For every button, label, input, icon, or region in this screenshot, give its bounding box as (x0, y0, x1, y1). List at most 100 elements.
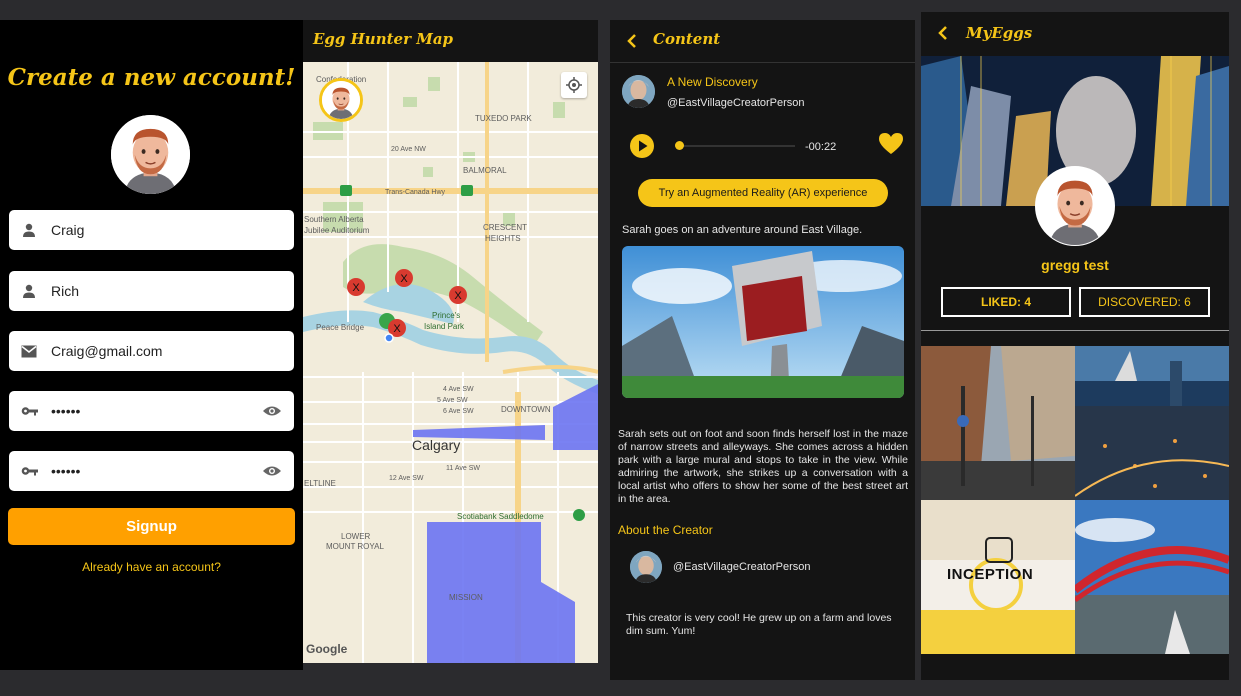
map-label: Trans-Canada Hwy (385, 189, 446, 196)
map-label: Calgary (412, 437, 461, 453)
profile-avatar[interactable] (1035, 166, 1115, 246)
avatar-image (630, 551, 662, 583)
post-summary: Sarah goes on an adventure around East V… (622, 224, 863, 236)
person-icon (21, 221, 39, 239)
egg-thumbnail[interactable] (921, 346, 1075, 500)
map-label: ELTLINE (304, 479, 336, 488)
egg-thumbnail[interactable] (1075, 346, 1229, 500)
content-screen: Content A New Discovery @EastVillageCrea… (610, 20, 915, 680)
map-label: 5 Ave SW (437, 397, 468, 404)
svg-text:X: X (454, 290, 462, 302)
mail-icon (21, 342, 39, 360)
map-label: CRESCENT (483, 223, 528, 232)
myeggs-title: MyEggs (966, 24, 1033, 42)
audio-progress-handle[interactable] (675, 141, 684, 150)
ar-experience-button[interactable]: Try an Augmented Reality (AR) experience (638, 179, 888, 207)
creator-avatar[interactable] (630, 551, 662, 583)
post-body: Sarah sets out on foot and soon finds he… (618, 428, 908, 505)
back-chevron-icon[interactable] (626, 34, 638, 48)
egg-thumbnail[interactable]: INCEPTION (921, 500, 1075, 654)
audio-progress-track[interactable] (675, 145, 795, 147)
map-label: Southern Alberta (304, 215, 364, 224)
inception-logo-text: INCEPTION (947, 566, 1034, 583)
avatar-image (111, 115, 190, 194)
profile-username: gregg test (1041, 257, 1109, 273)
map-label: Island Park (424, 322, 465, 331)
email-value: Craig@gmail.com (51, 343, 163, 359)
egg-thumbnail[interactable] (1075, 500, 1229, 654)
heart-icon[interactable] (878, 132, 904, 156)
map-label: 12 Ave SW (389, 475, 424, 482)
discovered-tab[interactable]: DISCOVERED: 6 (1079, 287, 1210, 317)
map-label: 20 Ave NW (391, 146, 426, 153)
map-label: 11 Ave SW (446, 465, 480, 472)
password-field[interactable]: •••••• (9, 391, 294, 431)
password-value: •••••• (51, 403, 81, 419)
map-label: Scotiabank Saddledome (457, 512, 544, 521)
creator-username[interactable]: @EastVillageCreatorPerson (673, 561, 811, 573)
key-icon (21, 402, 39, 420)
map-label: MOUNT ROYAL (326, 542, 384, 551)
avatar-image (322, 81, 360, 119)
email-field[interactable]: Craig@gmail.com (9, 331, 294, 371)
first-name-value: Craig (51, 222, 85, 238)
map-label: MISSION (449, 593, 483, 602)
first-name-field[interactable]: Craig (9, 210, 294, 250)
back-chevron-icon[interactable] (937, 26, 949, 40)
my-location-button[interactable] (561, 72, 587, 98)
content-header: Content (610, 20, 915, 60)
signup-title: Create a new account! (7, 64, 296, 91)
post-image (622, 246, 904, 398)
google-logo: Google (306, 642, 348, 656)
post-title: A New Discovery (667, 75, 758, 89)
play-icon (639, 140, 648, 152)
map-title: Egg Hunter Map (313, 30, 454, 48)
signup-button[interactable]: Signup (8, 508, 295, 545)
confirm-password-field[interactable]: •••••• (9, 451, 294, 491)
egg-marker[interactable]: X (449, 286, 467, 304)
map-label: Prince's (432, 311, 461, 320)
key-icon (21, 462, 39, 480)
map-screen: Egg Hunter Map X X X X TUXEDO PARK 20 Av… (303, 20, 598, 663)
map-label: HEIGHTS (485, 234, 521, 243)
last-name-field[interactable]: Rich (9, 271, 294, 311)
divider (610, 62, 915, 63)
play-button[interactable] (630, 134, 654, 158)
avatar-image (622, 75, 655, 108)
svg-text:X: X (352, 282, 360, 294)
map-label: 6 Ave SW (443, 408, 474, 415)
map-label: Jubilee Auditorium (304, 226, 370, 235)
liked-tab[interactable]: LIKED: 4 (941, 287, 1071, 317)
map-label: TUXEDO PARK (475, 114, 532, 123)
svg-text:X: X (393, 323, 401, 335)
confirm-password-value: •••••• (51, 463, 81, 479)
egg-marker[interactable]: X (347, 278, 365, 296)
map-canvas[interactable]: X X X X (303, 62, 598, 663)
creator-avatar[interactable] (622, 75, 655, 108)
map-label: 4 Ave SW (443, 386, 474, 393)
map-label: BALMORAL (463, 166, 507, 175)
post-username[interactable]: @EastVillageCreatorPerson (667, 97, 805, 109)
egg-marker[interactable]: X (395, 269, 413, 287)
login-link[interactable]: Already have an account? (0, 560, 303, 574)
map-label: Peace Bridge (316, 323, 365, 332)
signup-screen: Create a new account! Craig Rich Craig@g… (0, 20, 303, 670)
map-label: DOWNTOWN (501, 405, 551, 414)
eye-icon[interactable] (262, 464, 282, 478)
current-location-dot (384, 333, 394, 343)
creator-bio: This creator is very cool! He grew up on… (626, 612, 892, 637)
map-user-avatar[interactable] (319, 78, 363, 122)
about-creator-heading: About the Creator (618, 523, 713, 537)
avatar-image (1036, 167, 1114, 245)
content-title: Content (653, 30, 721, 48)
map-label: LOWER (341, 532, 371, 541)
person-icon (21, 282, 39, 300)
myeggs-screen: MyEggs gregg test LIKED: 4 DISCOVERED: 6 (921, 12, 1229, 680)
avatar[interactable] (111, 115, 190, 194)
audio-time: -00:22 (805, 141, 837, 153)
svg-text:X: X (400, 273, 408, 285)
crosshair-icon (566, 77, 582, 93)
last-name-value: Rich (51, 283, 80, 299)
divider (921, 330, 1229, 331)
eye-icon[interactable] (262, 404, 282, 418)
